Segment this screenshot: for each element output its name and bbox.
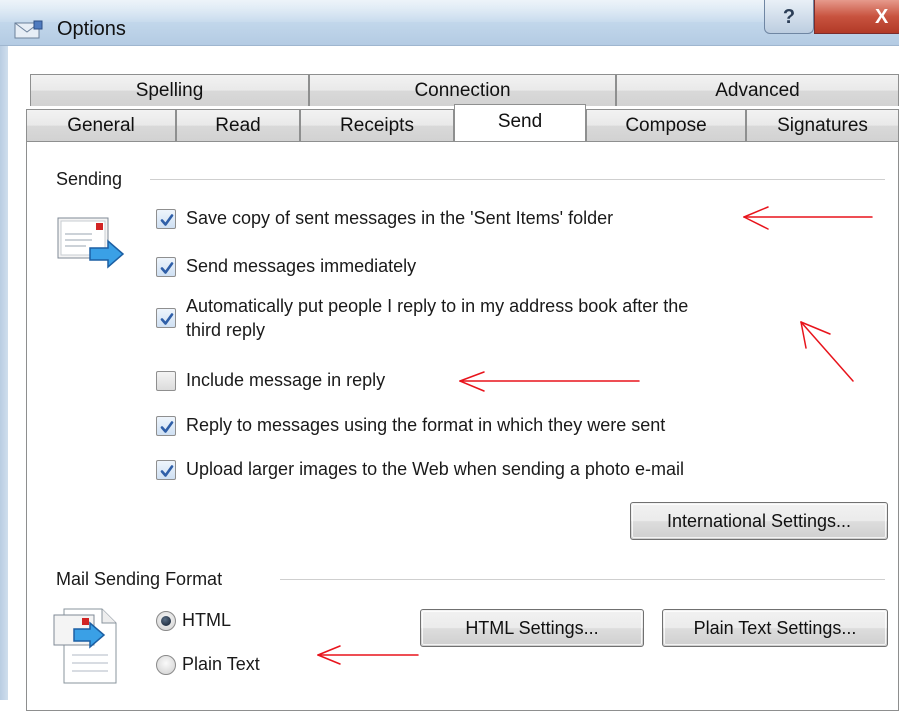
tab-receipts[interactable]: Receipts (300, 109, 454, 141)
tab-spelling[interactable]: Spelling (30, 74, 309, 106)
tab-send[interactable]: Send (454, 104, 586, 141)
html-settings-button[interactable]: HTML Settings... (420, 609, 644, 647)
international-settings-button[interactable]: International Settings... (630, 502, 888, 540)
close-button[interactable]: X (814, 0, 899, 34)
mail-format-group-title: Mail Sending Format (56, 569, 223, 590)
include-message-label: Include message in reply (186, 370, 386, 390)
send-immediately-label: Send messages immediately (186, 256, 417, 276)
checkmark-icon (160, 421, 174, 433)
html-radio-label: HTML (182, 610, 231, 630)
sending-group-title: Sending (56, 169, 123, 190)
tab-general[interactable]: General (26, 109, 176, 141)
window-frame (0, 46, 8, 700)
help-button[interactable]: ? (764, 0, 814, 34)
window-title: Options (57, 18, 126, 40)
checkmark-icon (160, 214, 174, 226)
tab-read[interactable]: Read (176, 109, 300, 141)
auto-address-book-label-line2: third reply (186, 320, 266, 340)
tab-label: Receipts (340, 115, 414, 136)
tab-label: Advanced (715, 80, 800, 101)
checkmark-icon (160, 313, 174, 325)
tab-connection[interactable]: Connection (309, 74, 616, 106)
auto-address-book-checkbox[interactable] (156, 308, 176, 328)
tab-label: Connection (414, 80, 511, 101)
tab-compose[interactable]: Compose (586, 109, 746, 141)
reply-same-format-checkbox[interactable] (156, 416, 176, 436)
plain-text-radio-label: Plain Text (182, 654, 260, 674)
save-sent-copy-checkbox[interactable] (156, 209, 176, 229)
mail-format-icon (53, 608, 117, 684)
upload-larger-images-checkbox[interactable] (156, 460, 176, 480)
tab-signatures[interactable]: Signatures (746, 109, 899, 141)
checkmark-icon (160, 465, 174, 477)
include-message-checkbox[interactable] (156, 371, 176, 391)
send-mail-icon (57, 217, 125, 269)
reply-same-format-label: Reply to messages using the format in wh… (186, 415, 666, 435)
mail-format-group-divider (280, 579, 885, 580)
tab-label: Signatures (777, 115, 868, 136)
tab-label: Compose (625, 115, 707, 136)
html-radio-button[interactable] (156, 611, 176, 631)
checkmark-icon (160, 262, 174, 274)
save-sent-copy-label: Save copy of sent messages in the 'Sent … (186, 208, 614, 228)
title-bar: Options ? X (0, 0, 899, 46)
tab-advanced[interactable]: Advanced (616, 74, 899, 106)
plain-text-settings-button[interactable]: Plain Text Settings... (662, 609, 888, 647)
tab-label: Read (215, 115, 261, 136)
mail-options-icon (14, 20, 43, 39)
radio-selected-dot (161, 616, 171, 626)
plain-text-radio-button[interactable] (156, 655, 176, 675)
tab-label: Spelling (135, 80, 204, 101)
auto-address-book-label: Automatically put people I reply to in m… (186, 296, 689, 316)
send-immediately-checkbox[interactable] (156, 257, 176, 277)
tab-label: General (67, 115, 135, 136)
tab-label: Send (497, 111, 543, 132)
sending-group-divider (150, 179, 885, 180)
upload-larger-images-label: Upload larger images to the Web when sen… (186, 459, 684, 479)
